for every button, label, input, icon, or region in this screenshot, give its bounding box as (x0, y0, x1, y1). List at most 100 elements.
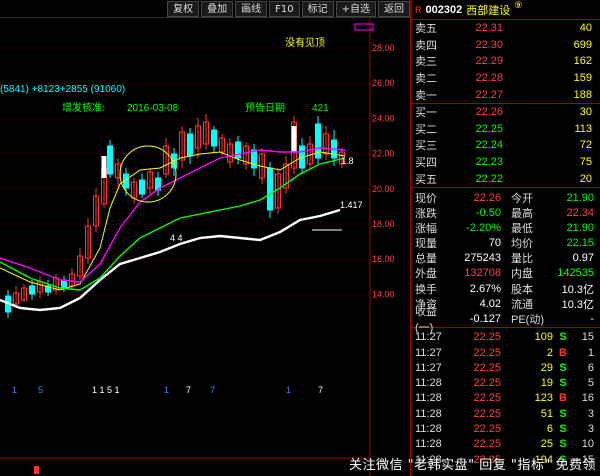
watermark: 关注微信 "老韩实盘" 回复 "指标" 免费领 (349, 458, 596, 473)
tick-volume: 2 (546, 346, 553, 359)
tick-direction: B (559, 392, 567, 405)
bid-price: 22.22 (475, 172, 503, 185)
tick-time: 11:27 (415, 361, 442, 374)
tick-row[interactable]: 11:27 22.25 29 S 6 (411, 360, 600, 375)
ask-volume: 188 (573, 88, 592, 101)
ma-white-line (0, 208, 341, 312)
stat-value: 10.3亿 (561, 298, 594, 311)
toolbar-button-add-watchlist[interactable]: +自选 (335, 0, 376, 17)
bottom-marker: 1 (286, 385, 291, 395)
tick-direction: S (559, 438, 567, 451)
tick-count: 6 (587, 361, 594, 374)
toolbar-button-mark[interactable]: 标记 (301, 0, 334, 17)
tick-row[interactable]: 11:28 22.25 123 B 16 (411, 391, 600, 406)
bid-price: 22.24 (475, 139, 503, 152)
tick-row[interactable]: 11:28 22.25 25 S 10 (411, 437, 600, 452)
ask-price: 22.29 (475, 55, 503, 68)
tick-count: 15 (581, 331, 594, 344)
tick-row[interactable]: 11:28 22.25 19 S 5 (411, 376, 600, 391)
tick-direction: S (559, 361, 567, 374)
stat-value: -0.50 (475, 206, 501, 219)
ask-row[interactable]: 卖四 22.30 699 (411, 37, 600, 54)
axis-tick-label: 20.00 (372, 184, 395, 194)
stat-row: 涨跌 -0.50 最高 22.34 (411, 205, 600, 220)
annotation-zfhz: 增发核准: (62, 101, 105, 114)
indicator-text: (5841) +8123+2855 (91060) (0, 84, 125, 95)
tick-count: 5 (587, 377, 594, 390)
ask-volume: 699 (573, 38, 592, 51)
bid-row[interactable]: 买四 22.23 75 (411, 154, 600, 171)
tick-count: 16 (581, 392, 594, 405)
ask-label: 卖四 (415, 39, 437, 52)
ask-row[interactable]: 卖一 22.27 188 (411, 86, 600, 103)
tick-volume: 25 (540, 438, 553, 451)
bid-price: 22.25 (475, 122, 503, 135)
tick-price: 22.25 (473, 331, 501, 344)
stat-label: 均价 (511, 238, 533, 251)
stat-value: 4.02 (479, 297, 501, 310)
stat-label: 股本 (511, 283, 533, 296)
last-ma-label: 1.8 (341, 156, 354, 166)
tick-direction: S (559, 377, 567, 390)
stat-label: 收益(一) (415, 306, 437, 335)
tick-volume: 109 (534, 331, 553, 344)
stats-panel: 现价 22.26 今开 21.90 涨跌 -0.50 最高 22.34 涨幅 -2.20% 最低 21… (411, 188, 600, 334)
stat-label: 涨幅 (415, 222, 437, 235)
tick-direction: S (559, 423, 567, 436)
annotation-num: 421 (312, 103, 329, 114)
bottom-marker: 7 (186, 385, 191, 395)
bid-row[interactable]: 买三 22.24 72 (411, 137, 600, 154)
tick-direction: S (559, 407, 567, 420)
tick-row[interactable]: 11:28 22.25 6 S 3 (411, 421, 600, 436)
kline-svg[interactable]: (5841) +8123+2855 (91060) 增发核准: 2016-03-… (0, 18, 410, 476)
toolbar-button-draw[interactable]: 画线 (235, 0, 268, 17)
tick-row[interactable]: 11:27 22.25 2 B 1 (411, 345, 600, 360)
bid-row[interactable]: 买一 22.26 30 (411, 104, 600, 121)
bid-price: 22.26 (475, 106, 503, 119)
kline-chart[interactable]: (5841) +8123+2855 (91060) 增发核准: 2016-03-… (0, 18, 410, 476)
tick-row[interactable]: 11:27 22.25 109 S 15 (411, 330, 600, 345)
toolbar-button-overlay[interactable]: 叠加 (201, 0, 234, 17)
axis-tick-label: 26.00 (372, 78, 395, 88)
bid-label: 买三 (415, 140, 437, 153)
toolbar-button-fuquan[interactable]: 复权 (167, 0, 200, 17)
stock-flag: R (415, 4, 422, 15)
stock-code: 002302 (425, 3, 463, 16)
stat-row: 现量 70 均价 22.15 (411, 236, 600, 251)
stat-label: 换手 (415, 283, 437, 296)
ask-row[interactable]: 卖二 22.28 159 (411, 70, 600, 87)
stat-label: 流通 (511, 298, 533, 311)
stat-value: 22.34 (566, 206, 594, 219)
toolbar-button-back[interactable]: 返回 (378, 0, 410, 17)
candle-body (267, 167, 273, 211)
tick-list[interactable]: 11:27 22.25 109 S 15 11:27 22.25 2 B 1 11:27 22.25 2… (411, 328, 600, 468)
bottom-marker: 1 1 5 1 (92, 385, 120, 395)
candle-body (139, 179, 145, 195)
toolbar-button-f10[interactable]: F10 (269, 0, 300, 17)
ask-row[interactable]: 卖五 22.31 40 (411, 20, 600, 37)
candle-body (187, 133, 193, 157)
tick-direction: B (559, 346, 567, 359)
tick-row[interactable]: 11:28 22.25 51 S 3 (411, 406, 600, 421)
axis-tick-label: 14.00 (372, 289, 395, 299)
candle-highlight (101, 156, 107, 178)
bottom-marker: 1 (12, 385, 17, 395)
ask-row[interactable]: 卖三 22.29 162 (411, 53, 600, 70)
axis-tick-label: 28.00 (372, 43, 395, 53)
stat-label: 内盘 (511, 268, 533, 281)
stat-value: 132708 (464, 267, 501, 280)
ask-label: 卖三 (415, 56, 437, 69)
bid-row[interactable]: 买二 22.25 113 (411, 121, 600, 138)
axis-tick-label: 24.00 (372, 113, 395, 123)
stat-value: -2.20% (466, 221, 501, 234)
ask-volume: 159 (573, 72, 592, 85)
ask-book: 卖五 22.31 40 卖四 22.30 699 卖三 22.29 162 卖二 22.28 159 卖… (411, 20, 600, 104)
tick-time: 11:27 (415, 346, 442, 359)
candle-body (211, 129, 217, 147)
candle-highlight (291, 126, 297, 152)
stat-row: 收益(一) -0.127 PE(动) - (411, 306, 600, 334)
bid-label: 买五 (415, 173, 437, 186)
tick-time: 11:28 (415, 423, 442, 436)
bid-row[interactable]: 买五 22.22 20 (411, 170, 600, 187)
candle-body (251, 149, 257, 169)
